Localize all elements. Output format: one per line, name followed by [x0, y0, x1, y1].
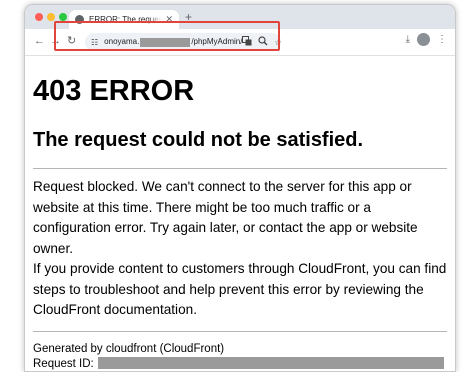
- error-page: 403 ERROR The request could not be satis…: [33, 56, 447, 372]
- divider: [33, 168, 447, 169]
- error-paragraph-2: If you provide content to customers thro…: [33, 261, 447, 317]
- request-id-label: Request ID:: [33, 357, 94, 370]
- download-icon[interactable]: ⤓: [406, 34, 410, 45]
- kebab-menu-icon[interactable]: ⋮: [437, 34, 447, 45]
- address-bar-highlight-box: [54, 21, 280, 51]
- generated-by: Generated by cloudfront (CloudFront): [33, 342, 225, 355]
- divider-2: [33, 330, 447, 332]
- close-window-button[interactable]: [35, 13, 43, 21]
- request-id-redaction: [97, 357, 444, 370]
- back-button[interactable]: ←: [34, 34, 45, 48]
- error-paragraph-1: Request blocked. We can't connect to the…: [33, 179, 418, 256]
- page-subtitle: The request could not be satisfied.: [33, 129, 364, 151]
- page-title: 403 ERROR: [33, 75, 195, 107]
- avatar[interactable]: [417, 33, 430, 46]
- maximize-window-button[interactable]: [59, 13, 67, 21]
- minimize-window-button[interactable]: [47, 13, 55, 21]
- request-id-row: Request ID:: [33, 357, 447, 372]
- browser-window: ERROR: The request could not be satisfie…: [24, 4, 456, 372]
